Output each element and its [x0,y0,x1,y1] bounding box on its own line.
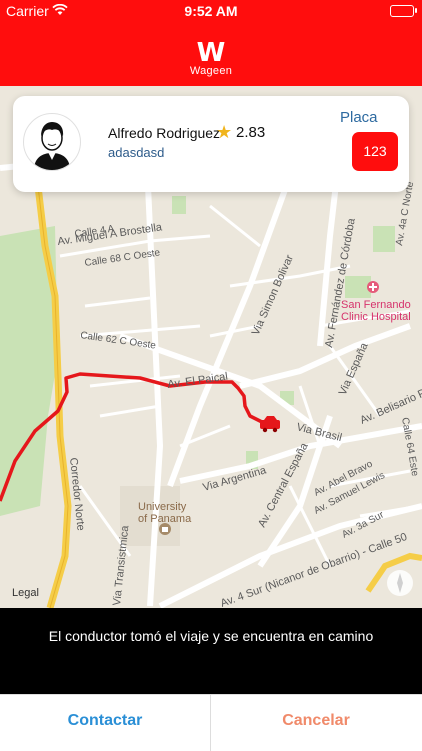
map-label: Av. Belisario Por [358,383,422,427]
map-legal-link[interactable]: Legal [12,587,39,599]
park-area [172,196,186,214]
hospital-icon [367,281,379,293]
wageen-logo: W Wageen [184,40,238,80]
car-icon [260,416,280,433]
cancel-button[interactable]: Cancelar [211,695,421,751]
map-label: San Fernando [341,299,411,311]
driver-avatar-icon [23,113,81,171]
driver-rating: 2.83 [236,124,266,141]
plate-label: Placa [340,109,378,126]
map-label: Clinic Hospital [341,311,411,323]
logo-word: Wageen [189,65,233,77]
contact-button[interactable]: Contactar [0,695,210,751]
map-label: of Panama [138,513,192,525]
driver-name: Alfredo Rodriguez [108,125,221,141]
driver-subtitle: adasdasd [108,145,165,160]
map-label: Av. El Paical [167,371,229,391]
driver-card: Alfredo Rodriguez ★ 2.83 adasdasd Placa … [13,96,409,192]
compass-icon[interactable] [387,570,413,596]
trip-status-banner: El conductor tomó el viaje y se encuentr… [0,608,422,694]
map-label: Via Transistmica [111,524,131,606]
battery-icon [390,5,417,17]
clock: 9:52 AM [184,3,238,19]
action-bar: Contactar Cancelar [0,694,422,751]
park-area [373,226,395,252]
status-bar: Carrier 9:52 AM [0,0,422,22]
plate-badge: 123 [352,132,398,171]
logo-mark: W [196,38,226,68]
trip-status-message: El conductor tomó el viaje y se encuentr… [48,628,374,644]
map-label: University [138,501,187,513]
star-icon: ★ [216,122,233,142]
